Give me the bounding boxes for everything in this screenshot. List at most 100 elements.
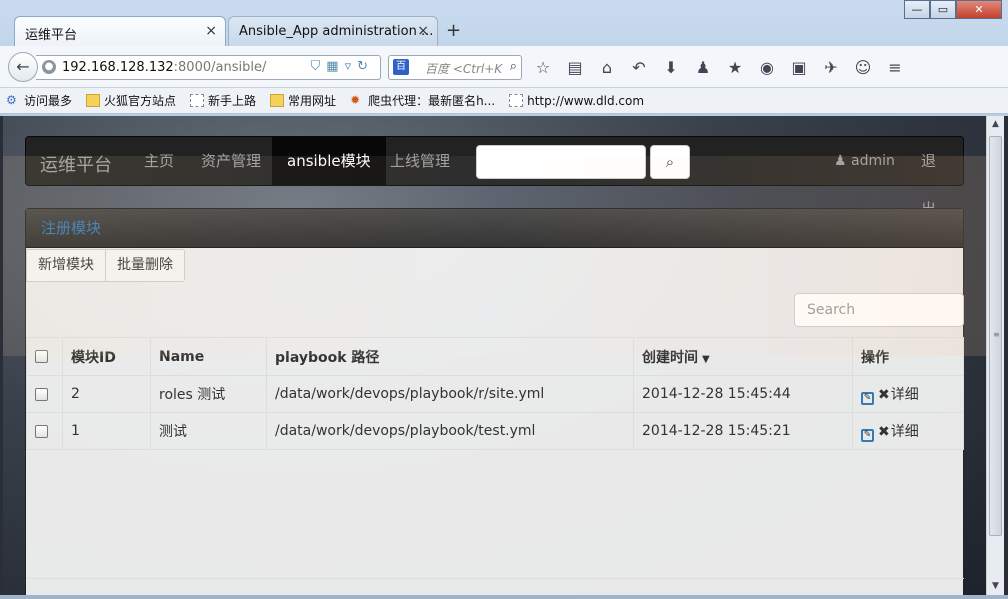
col-header-created-label: 创建时间: [642, 349, 698, 366]
bookmark-proxy[interactable]: ✹ 爬虫代理：最新匿名h...: [350, 92, 495, 109]
nav-item-deploy[interactable]: 上线管理: [375, 137, 465, 185]
row-checkbox[interactable]: [35, 424, 48, 438]
modules-table: 模块ID Name playbook 路径 创建时间 ▼ 操作 2 roles 测…: [26, 337, 964, 450]
select-all-checkbox[interactable]: [35, 350, 48, 363]
extension-star-icon[interactable]: ★: [726, 58, 744, 77]
account-icon[interactable]: ♟: [694, 58, 712, 77]
tab-strip: 运维平台 × Ansible_App administration ... × …: [0, 0, 1008, 46]
cell-path: /data/work/devops/playbook/test.yml: [266, 412, 634, 450]
batch-delete-button[interactable]: 批量删除: [106, 249, 185, 282]
url-text[interactable]: 192.168.128.132:8000/ansible/: [62, 60, 266, 75]
detail-link[interactable]: 详细: [891, 387, 919, 403]
close-window-button[interactable]: ✕: [956, 0, 1002, 19]
nav-item-assets[interactable]: 资产管理: [186, 137, 276, 185]
cell-path: /data/work/devops/playbook/r/site.yml: [266, 375, 634, 413]
cell-actions: ✎ ✖详细: [852, 412, 964, 450]
sort-caret-icon[interactable]: ▼: [702, 354, 710, 365]
reload-icon[interactable]: ↻: [357, 59, 374, 74]
nav-user[interactable]: ♟ admin: [834, 137, 895, 185]
search-icon[interactable]: ⌕: [510, 59, 517, 74]
col-header-name[interactable]: Name: [150, 337, 267, 376]
col-header-path[interactable]: playbook 路径: [266, 337, 634, 376]
maximize-button[interactable]: ▭: [930, 0, 956, 19]
table-row: 2 roles 测试 /data/work/devops/playbook/r/…: [26, 375, 964, 413]
delete-icon[interactable]: ✖: [878, 387, 890, 403]
nav-search-input[interactable]: [476, 145, 646, 179]
bookmark-label: 常用网址: [288, 94, 337, 108]
qr-icon[interactable]: ▦: [326, 59, 344, 74]
new-tab-icon[interactable]: +: [446, 20, 461, 41]
baidu-icon[interactable]: 百: [393, 59, 409, 75]
bookmark-firefox-site[interactable]: 火狐官方站点: [86, 92, 176, 109]
bookmark-label: 访问最多: [24, 94, 73, 108]
col-header-id[interactable]: 模块ID: [62, 337, 151, 376]
globe-icon: ●: [42, 60, 56, 74]
row-checkbox[interactable]: [35, 387, 48, 401]
url-host: 192.168.128.132: [62, 60, 174, 75]
page-viewport: 运维平台 主页 资产管理 ansible模块 上线管理 ⌕ ♟ admin 退出…: [3, 116, 986, 595]
row-select-cell: [26, 375, 63, 413]
tab-close-icon[interactable]: ×: [205, 23, 217, 39]
profile-icon[interactable]: ▣: [790, 58, 808, 77]
select-all-cell: [26, 337, 63, 376]
gear-icon: ⚙: [6, 93, 17, 107]
menu-icon[interactable]: ≡: [886, 58, 904, 77]
panel-divider: [26, 578, 964, 579]
url-bar[interactable]: ● 192.168.128.132:8000/ansible/ ⛉▦▿↻: [36, 55, 381, 80]
col-header-actions: 操作: [852, 337, 964, 376]
folder-icon: [86, 94, 101, 107]
edit-icon[interactable]: ✎: [861, 428, 874, 442]
download-icon[interactable]: ⬇: [662, 58, 680, 77]
brand[interactable]: 运维平台: [40, 151, 112, 177]
bookmark-label: 新手上路: [208, 94, 257, 108]
chat-icon[interactable]: ☺: [854, 58, 872, 77]
tab-active[interactable]: 运维平台 ×: [14, 16, 226, 46]
dropdown-icon[interactable]: ▿: [345, 59, 358, 74]
nav-search-button[interactable]: ⌕: [650, 145, 690, 179]
nav-item-home[interactable]: 主页: [129, 137, 189, 185]
bookmark-dld[interactable]: http://www.dld.com: [509, 94, 644, 108]
modules-panel: 注册模块 新增模块 批量删除 Search 模块ID Name playbook…: [25, 208, 964, 595]
bookmark-getting-started[interactable]: 新手上路: [190, 92, 256, 109]
cell-name: 测试: [150, 412, 267, 450]
cell-name: roles 测试: [150, 375, 267, 413]
scroll-up-icon[interactable]: ▲: [987, 116, 1004, 133]
tab-close-icon[interactable]: ×: [417, 23, 429, 39]
minimize-button[interactable]: —: [904, 0, 930, 19]
edit-icon[interactable]: ✎: [861, 391, 874, 405]
scroll-thumb[interactable]: ≡: [989, 136, 1002, 536]
addon-icon[interactable]: ◉: [758, 58, 776, 77]
undo-icon[interactable]: ↶: [630, 58, 648, 77]
reading-list-icon[interactable]: ▤: [566, 58, 584, 77]
tab-label: Ansible_App administration ...: [239, 24, 434, 39]
nav-item-ansible[interactable]: ansible模块: [272, 137, 386, 185]
cell-id: 2: [62, 375, 151, 413]
add-module-button[interactable]: 新增模块: [26, 249, 106, 282]
shield-icon[interactable]: ⛉: [311, 59, 327, 74]
scroll-down-icon[interactable]: ▼: [987, 578, 1004, 595]
url-actions: ⛉▦▿↻: [311, 59, 375, 74]
tab-inactive[interactable]: Ansible_App administration ... ×: [228, 16, 438, 46]
folder-icon: [270, 94, 285, 107]
bookmark-star-icon[interactable]: ☆: [534, 58, 552, 77]
home-icon[interactable]: ⌂: [598, 58, 616, 77]
back-button[interactable]: ←: [8, 52, 38, 82]
delete-icon[interactable]: ✖: [878, 424, 890, 440]
app-navbar: 运维平台 主页 资产管理 ansible模块 上线管理 ⌕ ♟ admin 退出: [25, 136, 964, 218]
window-controls: — ▭ ✕: [904, 0, 1002, 20]
table-row: 1 测试 /data/work/devops/playbook/test.yml…: [26, 412, 964, 450]
user-name: admin: [851, 153, 895, 169]
bookmark-common-sites[interactable]: 常用网址: [270, 92, 336, 109]
col-header-created[interactable]: 创建时间 ▼: [633, 337, 853, 376]
page-scrollbar[interactable]: ▲ ≡ ▼: [986, 116, 1004, 595]
satellite-icon[interactable]: ✈: [822, 58, 840, 77]
cell-created: 2014-12-28 15:45:44: [633, 375, 853, 413]
detail-link[interactable]: 详细: [891, 424, 919, 440]
browser-tool-icons: ☆ ▤ ⌂ ↶ ⬇ ♟ ★ ◉ ▣ ✈ ☺ ≡: [534, 58, 904, 77]
cell-created: 2014-12-28 15:45:21: [633, 412, 853, 450]
bookmark-most-visited[interactable]: ⚙ 访问最多: [6, 92, 72, 109]
panel-title: 注册模块: [26, 209, 963, 248]
logout-link[interactable]: 退出: [906, 137, 963, 218]
table-search-input[interactable]: Search: [794, 293, 964, 327]
browser-search-bar[interactable]: 百 百度 <Ctrl+K ⌕: [388, 55, 522, 80]
